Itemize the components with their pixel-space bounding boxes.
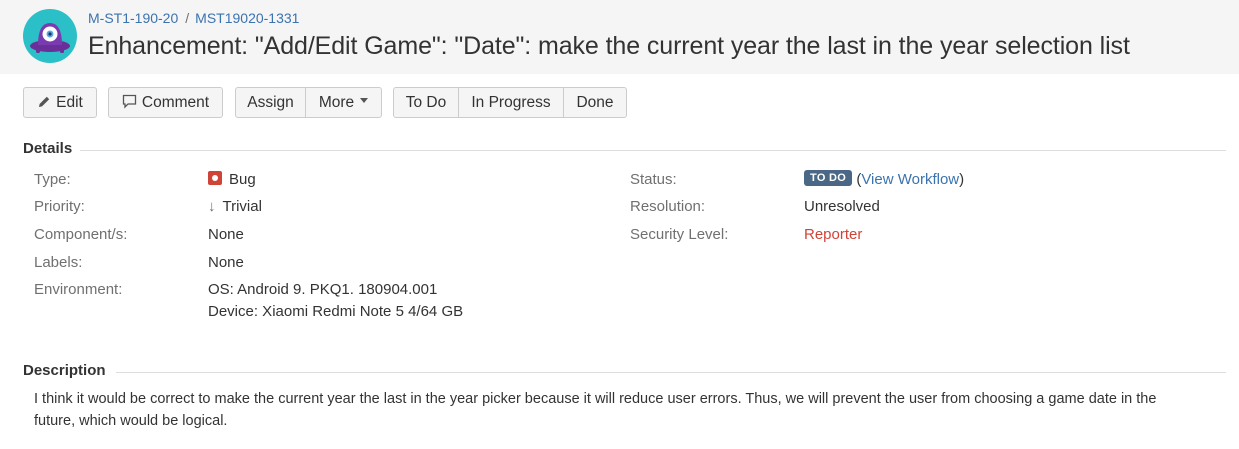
chevron-down-icon bbox=[360, 98, 369, 104]
resolution-label: Resolution: bbox=[630, 198, 706, 215]
resolution-value: Unresolved bbox=[804, 198, 880, 215]
in-progress-button[interactable]: In Progress bbox=[458, 87, 564, 118]
done-button-label: Done bbox=[576, 94, 614, 111]
breadcrumb: M-ST1-190-20 / MST19020-1331 bbox=[88, 10, 299, 26]
status-lozenge: TO DO bbox=[804, 170, 853, 187]
components-label: Component/s: bbox=[34, 226, 128, 243]
description-heading[interactable]: Description bbox=[23, 362, 106, 379]
breadcrumb-issue-key-link[interactable]: MST19020-1331 bbox=[195, 10, 299, 26]
description-text: I think it would be correct to make the … bbox=[34, 391, 1157, 429]
priority-label: Priority: bbox=[34, 198, 85, 215]
environment-label: Environment: bbox=[34, 281, 123, 298]
breadcrumb-separator: / bbox=[185, 10, 190, 26]
to-do-button-label: To Do bbox=[405, 94, 447, 111]
labels-value: None bbox=[208, 254, 244, 271]
type-label: Type: bbox=[34, 171, 71, 188]
assign-button-label: Assign bbox=[247, 94, 294, 111]
details-divider bbox=[80, 150, 1226, 151]
status-label: Status: bbox=[630, 171, 677, 188]
comment-button-label: Comment bbox=[141, 94, 210, 111]
arrow-down-icon: ↓ bbox=[208, 198, 216, 215]
details-heading[interactable]: Details bbox=[23, 140, 72, 157]
environment-device: Device: Xiaomi Redmi Note 5 4/64 GB bbox=[208, 303, 464, 320]
issue-header: M-ST1-190-20 / MST19020-1331 Enhancement: … bbox=[0, 0, 1239, 74]
view-workflow-paren-close: ) bbox=[959, 171, 965, 188]
view-workflow-link[interactable]: View Workflow bbox=[861, 171, 959, 188]
comment-icon bbox=[122, 95, 137, 109]
more-button[interactable]: More bbox=[305, 87, 382, 118]
type-value: Bug bbox=[208, 171, 256, 188]
more-button-label: More bbox=[318, 94, 355, 111]
done-button[interactable]: Done bbox=[563, 87, 627, 118]
status-value: TO DO (View Workflow) bbox=[804, 170, 965, 188]
comment-button[interactable]: Comment bbox=[108, 87, 223, 118]
priority-value-text: Trivial bbox=[222, 198, 262, 215]
type-value-text: Bug bbox=[229, 171, 256, 188]
in-progress-button-label: In Progress bbox=[471, 94, 551, 111]
breadcrumb-project-link[interactable]: M-ST1-190-20 bbox=[88, 10, 178, 26]
to-do-button[interactable]: To Do bbox=[393, 87, 459, 118]
description-divider bbox=[116, 372, 1226, 373]
edit-button-label: Edit bbox=[56, 94, 83, 111]
bug-icon bbox=[208, 171, 222, 186]
edit-button[interactable]: Edit bbox=[23, 87, 97, 118]
security-level-value: Reporter bbox=[804, 226, 863, 243]
security-level-label: Security Level: bbox=[630, 226, 729, 243]
project-avatar-icon[interactable] bbox=[23, 9, 77, 63]
pencil-icon bbox=[39, 96, 50, 107]
environment-os: OS: Android 9. PKQ1. 180904.001 bbox=[208, 281, 438, 298]
assign-button[interactable]: Assign bbox=[235, 87, 306, 118]
labels-label: Labels: bbox=[34, 254, 83, 271]
issue-title: Enhancement: "Add/Edit Game": "Date": ma… bbox=[88, 32, 1130, 60]
priority-value: ↓ Trivial bbox=[208, 198, 262, 215]
components-value: None bbox=[208, 226, 244, 243]
